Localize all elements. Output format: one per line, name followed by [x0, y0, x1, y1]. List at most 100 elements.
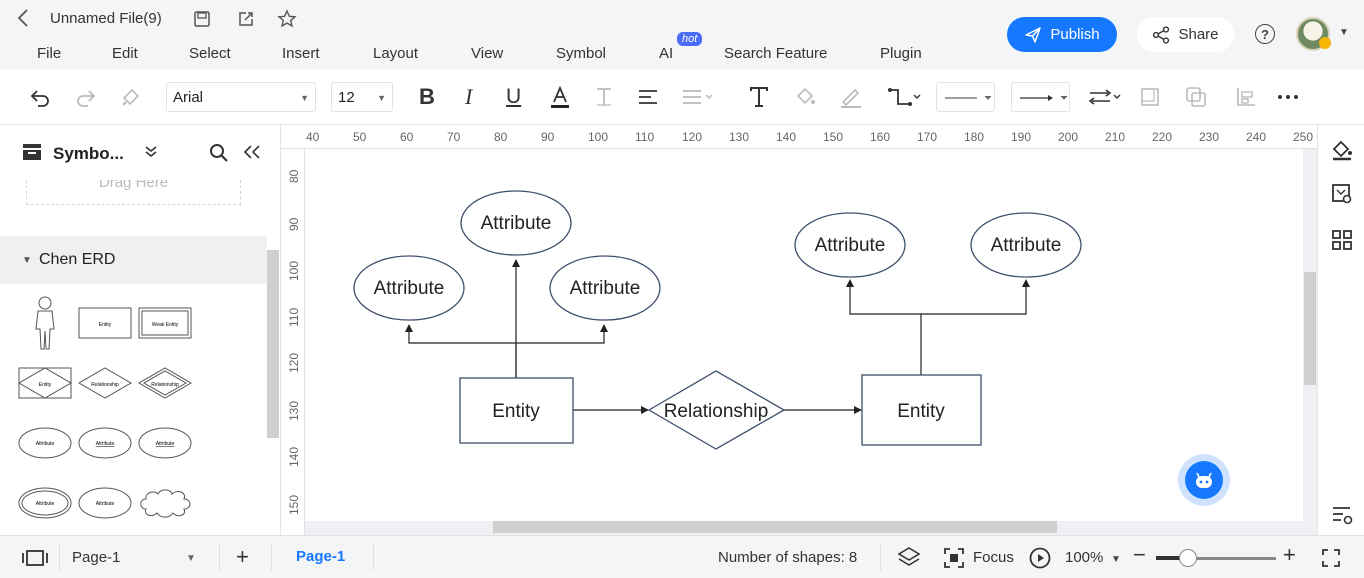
expand-library-icon[interactable] — [144, 145, 158, 164]
symbol-entity[interactable]: Entity — [78, 307, 132, 339]
fill-bucket-icon[interactable] — [794, 85, 816, 109]
entity-label: Entity — [897, 401, 945, 422]
underline-icon[interactable]: U — [506, 85, 521, 109]
arrow-style-select[interactable] — [1011, 82, 1070, 112]
symbol-actor[interactable] — [18, 295, 74, 351]
entity-shape[interactable]: Entity — [459, 377, 574, 444]
symbol-partial-key-attribute[interactable]: Attribute — [138, 427, 192, 459]
italic-icon[interactable]: I — [465, 84, 472, 109]
menu-view[interactable]: View — [471, 45, 503, 62]
share-button[interactable]: Share — [1137, 17, 1234, 52]
file-name[interactable]: Unnamed File(9) — [50, 10, 162, 27]
zoom-slider-handle[interactable] — [1179, 549, 1198, 567]
symbol-weak-relationship[interactable]: Relationship — [138, 367, 192, 399]
symbol-relationship[interactable]: Relationship — [78, 367, 132, 399]
grid-layout-icon[interactable] — [1330, 228, 1354, 252]
line-style-select[interactable] — [936, 82, 995, 112]
symbol-attribute[interactable]: Attribute — [18, 427, 72, 459]
align-objects-icon[interactable] — [1235, 85, 1257, 109]
focus-label[interactable]: Focus — [973, 549, 1014, 566]
menu-select[interactable]: Select — [189, 45, 231, 62]
symbol-key-attribute[interactable]: Attribute — [78, 427, 132, 459]
menu-file[interactable]: File — [37, 45, 61, 62]
symbol-composite-attribute[interactable] — [138, 487, 192, 519]
page-view-icon[interactable] — [21, 549, 49, 572]
ruler-x-tick: 180 — [964, 130, 985, 144]
group-icon[interactable] — [1139, 85, 1161, 109]
share-icon — [1153, 25, 1170, 44]
chevron-down-icon[interactable]: ▼ — [186, 553, 196, 564]
arrange-icon[interactable] — [1086, 85, 1122, 109]
connector-icon[interactable] — [886, 85, 922, 109]
send-icon — [1025, 26, 1042, 43]
add-page-icon[interactable]: + — [236, 544, 249, 570]
export-icon[interactable] — [236, 9, 256, 29]
attribute-shape[interactable]: Attribute — [353, 255, 465, 321]
format-painter-icon[interactable] — [120, 85, 142, 109]
vertical-scrollbar[interactable] — [1304, 272, 1316, 385]
chevron-down-icon: ▼ — [377, 93, 386, 103]
text-strike-icon[interactable] — [594, 85, 614, 109]
chevron-down-icon[interactable]: ▼ — [1111, 554, 1121, 565]
zoom-out-icon[interactable]: − — [1133, 542, 1146, 568]
attribute-shape[interactable]: Attribute — [794, 212, 906, 278]
ruler-x-tick: 240 — [1246, 130, 1267, 144]
menu-search-feature[interactable]: Search Feature — [724, 45, 827, 62]
page-tab-active[interactable]: Page-1 — [296, 548, 345, 565]
search-icon[interactable] — [209, 143, 229, 168]
panel-scrollbar[interactable] — [267, 250, 279, 438]
horizontal-ruler: 40 50 60 70 80 90 100 110 120 130 140 15… — [281, 125, 1317, 149]
symbol-associative-entity[interactable]: Entity — [18, 367, 72, 399]
text-tool-icon[interactable] — [748, 85, 770, 109]
symbol-derived-attribute[interactable]: Attribute — [78, 487, 132, 519]
menu-plugin[interactable]: Plugin — [880, 45, 922, 62]
align-left-icon[interactable] — [637, 85, 659, 109]
chevron-down-icon[interactable]: ▼ — [1339, 27, 1349, 38]
attribute-shape[interactable]: Attribute — [970, 212, 1082, 278]
undo-icon[interactable] — [29, 85, 51, 109]
font-color-icon[interactable] — [549, 85, 571, 109]
ungroup-icon[interactable] — [1185, 85, 1207, 109]
attribute-shape[interactable]: Attribute — [549, 255, 661, 321]
save-icon[interactable] — [192, 9, 212, 29]
line-color-icon[interactable] — [839, 85, 863, 109]
menu-ai[interactable]: AI — [659, 45, 673, 62]
paint-bucket-icon[interactable] — [1330, 138, 1354, 162]
fullscreen-icon[interactable] — [1321, 548, 1341, 573]
menu-edit[interactable]: Edit — [112, 45, 138, 62]
drag-here-area[interactable]: Drag Here — [26, 180, 241, 205]
category-chen-erd[interactable]: ▼ Chen ERD — [0, 236, 267, 284]
redo-icon[interactable] — [75, 85, 97, 109]
line-spacing-icon[interactable] — [681, 85, 713, 109]
attribute-shape[interactable]: Attribute — [460, 190, 572, 256]
focus-icon[interactable] — [943, 547, 965, 574]
format-settings-icon[interactable] — [1330, 503, 1354, 527]
help-icon[interactable]: ? — [1255, 24, 1275, 44]
font-family-select[interactable]: Arial ▼ — [166, 82, 316, 112]
drawing-canvas[interactable]: Attribute Attribute Attribute Attribute … — [305, 149, 1303, 521]
star-icon[interactable] — [277, 9, 297, 29]
font-size-select[interactable]: 12 ▼ — [331, 82, 393, 112]
entity-shape[interactable]: Entity — [861, 374, 982, 446]
horizontal-scrollbar[interactable] — [493, 521, 1057, 533]
ai-assistant-button[interactable] — [1178, 454, 1230, 506]
collapse-panel-icon[interactable] — [243, 144, 261, 165]
ruler-x-tick: 190 — [1011, 130, 1032, 144]
page-settings-icon[interactable] — [1330, 182, 1354, 206]
back-icon[interactable] — [16, 8, 30, 34]
menu-layout[interactable]: Layout — [373, 45, 418, 62]
zoom-level[interactable]: 100% — [1065, 549, 1103, 566]
menu-symbol[interactable]: Symbol — [556, 45, 606, 62]
symbol-multivalued-attribute[interactable]: Attribute — [18, 487, 72, 519]
menu-insert[interactable]: Insert — [282, 45, 320, 62]
symbol-panel-title[interactable]: Symbo... — [53, 144, 124, 164]
page-selector[interactable]: Page-1 — [72, 549, 120, 566]
layers-icon[interactable] — [897, 546, 921, 573]
relationship-shape[interactable]: Relationship — [647, 370, 786, 450]
bold-icon[interactable]: B — [419, 84, 435, 109]
play-icon[interactable] — [1029, 547, 1051, 574]
symbol-weak-entity[interactable]: Weak Entity — [138, 307, 192, 339]
more-icon[interactable] — [1277, 85, 1299, 109]
zoom-in-icon[interactable]: + — [1283, 542, 1296, 568]
publish-button[interactable]: Publish — [1007, 17, 1117, 52]
